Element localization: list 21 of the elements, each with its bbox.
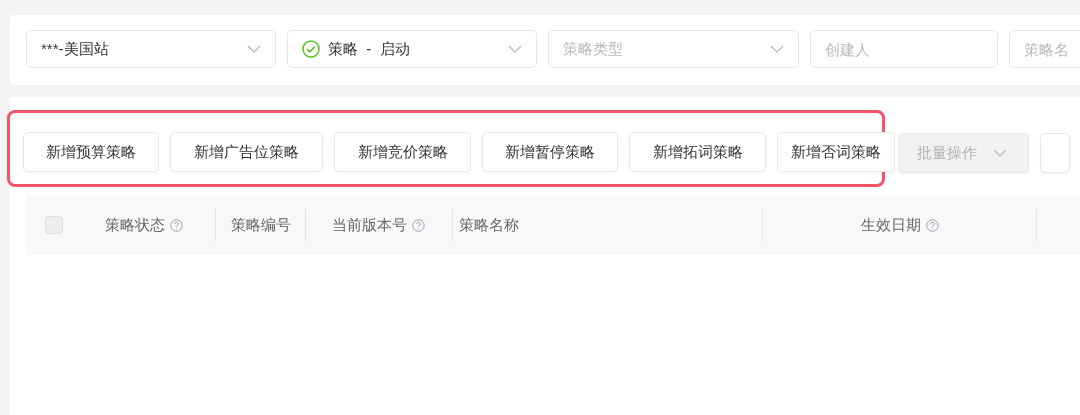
add-strategy-button[interactable]: 新增拓词策略: [629, 132, 766, 172]
column-header: 策略编号: [231, 215, 291, 235]
add-strategy-button[interactable]: 新增广告位策略: [170, 132, 323, 172]
add-strategy-button[interactable]: 新增竞价策略: [334, 132, 471, 172]
add-strategy-button[interactable]: 新增否词策略: [777, 132, 895, 172]
chevron-down-icon: [508, 45, 522, 53]
add-strategy-button[interactable]: 新增预算策略: [23, 132, 159, 172]
chevron-down-icon: [770, 45, 784, 53]
select-field[interactable]: 策略 - 启动: [287, 30, 537, 68]
column-header: 策略状态: [105, 215, 165, 235]
select-all-checkbox[interactable]: [45, 216, 63, 234]
input-field[interactable]: 策略名: [1009, 30, 1080, 68]
column-header: 当前版本号: [332, 215, 407, 235]
chevron-down-icon: [993, 149, 1007, 157]
input-field[interactable]: 创建人: [810, 30, 998, 68]
add-strategy-button[interactable]: 新增暂停策略: [482, 132, 618, 172]
chevron-down-icon: [247, 45, 261, 53]
column-header: 生效日期: [861, 215, 921, 235]
check-circle-icon: [302, 40, 320, 58]
select-field[interactable]: ***-美国站: [26, 30, 276, 68]
column-header: 策略名称: [459, 215, 519, 235]
